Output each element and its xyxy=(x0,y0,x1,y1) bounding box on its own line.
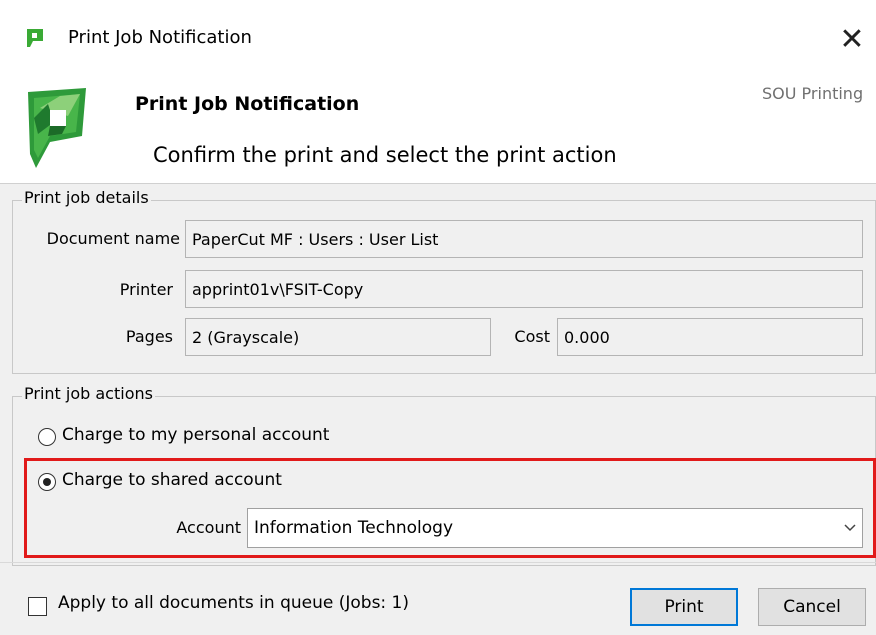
radio-selected-dot xyxy=(43,478,51,486)
close-icon: ✕ xyxy=(839,21,865,57)
cost-label: Cost xyxy=(514,327,550,346)
account-select[interactable]: Information Technology xyxy=(247,508,863,548)
personal-account-label[interactable]: Charge to my personal account xyxy=(62,425,329,445)
header-subtitle: Confirm the print and select the print a… xyxy=(153,143,617,167)
window-title: Print Job Notification xyxy=(68,27,252,48)
papercut-logo-icon-large xyxy=(28,88,86,168)
actions-group-label: Print job actions xyxy=(22,384,155,403)
brand-label: SOU Printing xyxy=(762,84,864,103)
document-name-field: PaperCut MF : Users : User List xyxy=(185,220,863,258)
close-button[interactable]: ✕ xyxy=(828,14,876,64)
print-button[interactable]: Print xyxy=(630,588,738,626)
footer-separator xyxy=(0,562,876,563)
header-title: Print Job Notification xyxy=(135,93,360,115)
cost-field: 0.000 xyxy=(557,318,863,356)
papercut-logo-icon xyxy=(27,29,43,47)
pages-field: 2 (Grayscale) xyxy=(185,318,491,356)
printer-field: apprint01v\FSIT-Copy xyxy=(185,270,863,308)
apply-all-checkbox[interactable] xyxy=(28,597,47,616)
apply-all-label[interactable]: Apply to all documents in queue (Jobs: 1… xyxy=(58,593,409,613)
shared-account-radio[interactable] xyxy=(38,473,56,491)
personal-account-radio[interactable] xyxy=(38,428,56,446)
details-group-label: Print job details xyxy=(22,188,151,207)
printer-label: Printer xyxy=(119,280,173,299)
pages-label: Pages xyxy=(125,327,173,346)
account-label: Account xyxy=(176,518,241,537)
shared-account-label[interactable]: Charge to shared account xyxy=(62,470,282,490)
chevron-down-icon[interactable] xyxy=(838,509,862,547)
account-select-value: Information Technology xyxy=(254,518,454,538)
cancel-button[interactable]: Cancel xyxy=(758,588,866,626)
document-name-label: Document name xyxy=(46,229,180,248)
